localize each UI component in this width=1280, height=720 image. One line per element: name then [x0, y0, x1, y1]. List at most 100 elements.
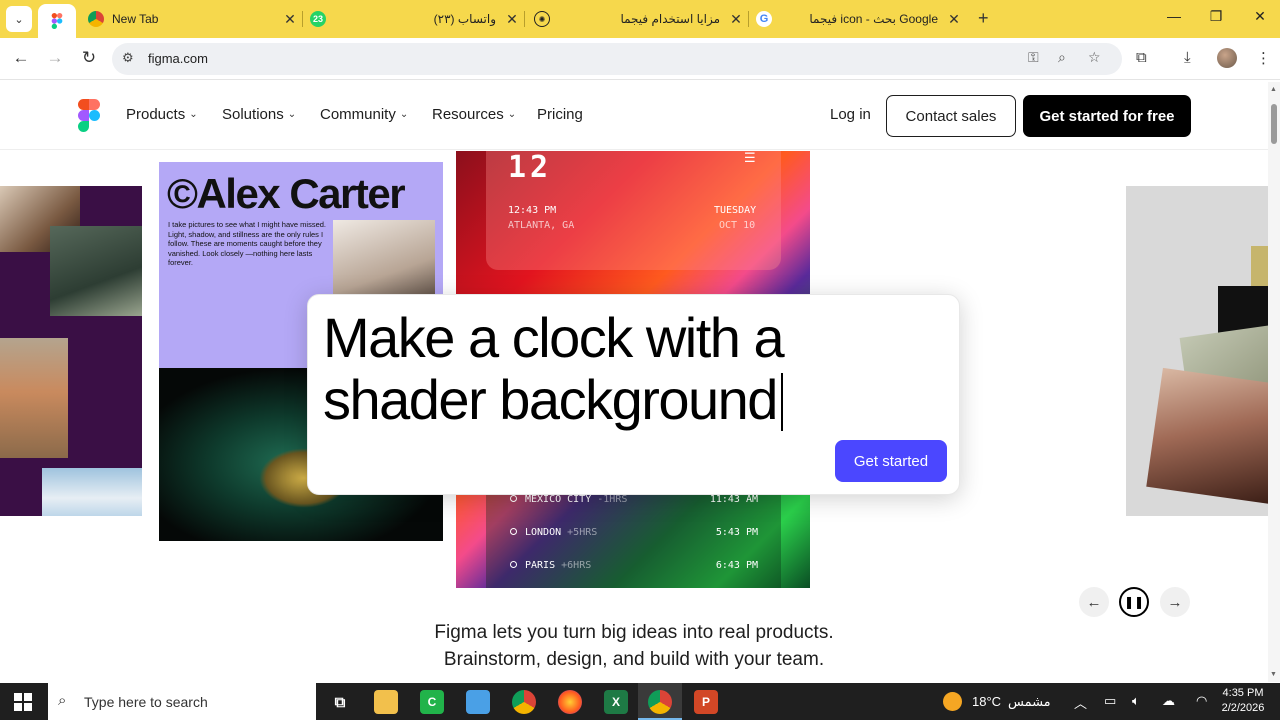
nav-pricing[interactable]: Pricing: [537, 106, 583, 123]
zone-city: LONDON: [525, 527, 562, 538]
camtasia-icon[interactable]: C: [420, 690, 444, 714]
chrome-taskbar-icon[interactable]: [512, 690, 536, 714]
contact-sales-button[interactable]: Contact sales: [886, 95, 1016, 137]
tab-figma[interactable]: [38, 4, 76, 38]
bookmark-star-icon[interactable]: ☆: [1088, 49, 1101, 66]
browser-toolbar: ← → ↻ ⚙ figma.com ⚿ ⌕ ☆ ⧉ ⤓ ⋮: [0, 38, 1280, 80]
login-link[interactable]: Log in: [830, 106, 871, 123]
browser-tab-strip: ⌄ New Tab ✕ 23 (٢٣) واتساب ✕ ✺ مزايا است…: [0, 0, 1280, 38]
chevron-down-icon: ⌄: [189, 109, 198, 120]
collage-photo: [0, 338, 68, 458]
tab-new-tab[interactable]: New Tab ✕: [88, 0, 298, 38]
figma-icon: [49, 13, 65, 29]
zone-time: 11:43 AM: [709, 494, 758, 505]
zone-time: 5:43 PM: [715, 527, 758, 538]
prompt-input[interactable]: Make a clock with a shader background: [323, 307, 823, 431]
close-tab-icon[interactable]: ✕: [946, 11, 962, 28]
excel-icon[interactable]: X: [604, 690, 628, 714]
minimize-icon[interactable]: —: [1164, 8, 1184, 24]
collage-card-left: [0, 186, 142, 516]
url-text[interactable]: figma.com: [148, 51, 208, 66]
scrollbar-thumb[interactable]: [1271, 104, 1277, 144]
battery-icon[interactable]: ▭: [1104, 693, 1116, 709]
chrome-icon: [88, 11, 104, 27]
page-scrollbar[interactable]: ▲ ▼: [1268, 82, 1280, 682]
profile-avatar[interactable]: [1217, 48, 1237, 68]
scroll-down-icon[interactable]: ▼: [1270, 671, 1277, 678]
nav-community[interactable]: Community ⌄: [320, 106, 408, 123]
forward-arrow-icon[interactable]: →: [44, 48, 66, 68]
get-started-button[interactable]: Get started: [835, 440, 947, 482]
carousel-next-arrow-icon[interactable]: →: [1160, 587, 1190, 617]
google-icon: G: [756, 11, 772, 27]
sun-weather-icon[interactable]: [943, 692, 962, 711]
volume-icon[interactable]: 🔈︎: [1132, 693, 1140, 709]
new-tab-plus-icon[interactable]: +: [978, 8, 989, 29]
site-settings-icon[interactable]: ⚙: [122, 50, 134, 66]
tagline-line: Brainstorm, design, and build with your …: [443, 649, 825, 670]
chatgpt-icon: ✺: [534, 11, 550, 27]
timezone-row: LONDON +5HRS 5:43 PM: [510, 527, 758, 538]
clock-location: ATLANTA, GA: [508, 220, 575, 231]
radio-dot-icon: [510, 561, 517, 568]
network-off-icon[interactable]: ☁: [1162, 693, 1175, 709]
chevron-down-icon: ⌄: [507, 109, 517, 120]
tagline-line: Figma lets you turn big ideas into real …: [434, 622, 834, 643]
zoom-icon[interactable]: ⌕: [1058, 49, 1066, 66]
wifi-icon[interactable]: ◠: [1196, 693, 1207, 709]
tab-google-search[interactable]: G فيجما icon - بحث Google ✕: [756, 0, 962, 38]
radio-dot-icon: [510, 528, 517, 535]
file-explorer-icon[interactable]: [374, 690, 398, 714]
nav-resources[interactable]: Resources ⌄: [432, 106, 516, 123]
task-view-icon[interactable]: ⧉: [328, 690, 352, 714]
address-bar[interactable]: ⚙ figma.com ⚿ ⌕ ☆: [112, 43, 1122, 75]
chrome-taskbar-icon-active[interactable]: [648, 690, 672, 714]
reload-icon[interactable]: ↻: [78, 48, 100, 68]
tab-chatgpt[interactable]: ✺ مزايا استخدام فيجما ✕: [534, 0, 744, 38]
tab-divider: [302, 11, 303, 27]
get-started-free-button[interactable]: Get started for free: [1023, 95, 1191, 137]
clock-day: TUESDAY: [714, 205, 757, 216]
figma-logo[interactable]: [78, 99, 100, 132]
nav-solutions[interactable]: Solutions ⌄: [222, 106, 296, 123]
remote-desktop-icon[interactable]: [466, 690, 490, 714]
portfolio-description: I take pictures to see what I might have…: [168, 220, 326, 267]
tab-search-chevron-icon[interactable]: ⌄: [6, 6, 32, 32]
clock-time: 12:43 PM: [508, 205, 557, 216]
weather-temperature[interactable]: 18°C: [972, 694, 1001, 709]
zone-city: PARIS: [525, 560, 556, 571]
portfolio-title: ©Alex Carter: [167, 170, 406, 217]
chevron-down-icon: ⌄: [287, 109, 297, 120]
weather-description[interactable]: مشمس: [1008, 694, 1051, 710]
nav-products[interactable]: Products ⌄: [126, 106, 198, 123]
clock-time: 4:35 PM: [1222, 687, 1264, 699]
zone-offset: +5HRS: [567, 527, 598, 538]
taskbar-search-box[interactable]: ⌕ Type here to search: [48, 683, 316, 720]
password-key-icon[interactable]: ⚿: [1028, 49, 1039, 66]
prompt-card[interactable]: Make a clock with a shader background Ge…: [307, 294, 960, 495]
windows-start-icon[interactable]: [14, 693, 32, 711]
extensions-puzzle-icon[interactable]: ⧉: [1136, 49, 1147, 66]
close-tab-icon[interactable]: ✕: [282, 11, 298, 28]
browser-menu-icon[interactable]: ⋮: [1256, 49, 1271, 67]
back-arrow-icon[interactable]: ←: [10, 48, 32, 68]
firefox-icon[interactable]: [558, 690, 582, 714]
downloads-icon[interactable]: ⤓: [1184, 49, 1191, 66]
tab-whatsapp[interactable]: 23 (٢٣) واتساب ✕: [310, 0, 520, 38]
carousel-pause-icon[interactable]: ❚❚: [1119, 587, 1149, 617]
restore-icon[interactable]: ❐: [1206, 8, 1226, 25]
close-tab-icon[interactable]: ✕: [728, 11, 744, 28]
carousel-prev-arrow-icon[interactable]: ←: [1079, 587, 1109, 617]
powerpoint-icon[interactable]: P: [694, 690, 718, 714]
system-clock[interactable]: 4:35 PM 2/2/2026: [1218, 686, 1268, 716]
close-tab-icon[interactable]: ✕: [504, 11, 520, 28]
close-window-icon[interactable]: ✕: [1250, 8, 1270, 25]
clock-date: OCT 10: [719, 220, 756, 231]
scroll-up-icon[interactable]: ▲: [1270, 86, 1277, 93]
chevron-down-icon: ⌄: [399, 109, 409, 120]
zone-offset: -1HRS: [597, 494, 628, 505]
clock-date: 2/2/2026: [1221, 702, 1265, 714]
chevron-up-icon[interactable]: ︿: [1074, 693, 1087, 712]
zone-time: 6:43 PM: [715, 560, 758, 571]
whatsapp-icon: 23: [310, 11, 326, 27]
